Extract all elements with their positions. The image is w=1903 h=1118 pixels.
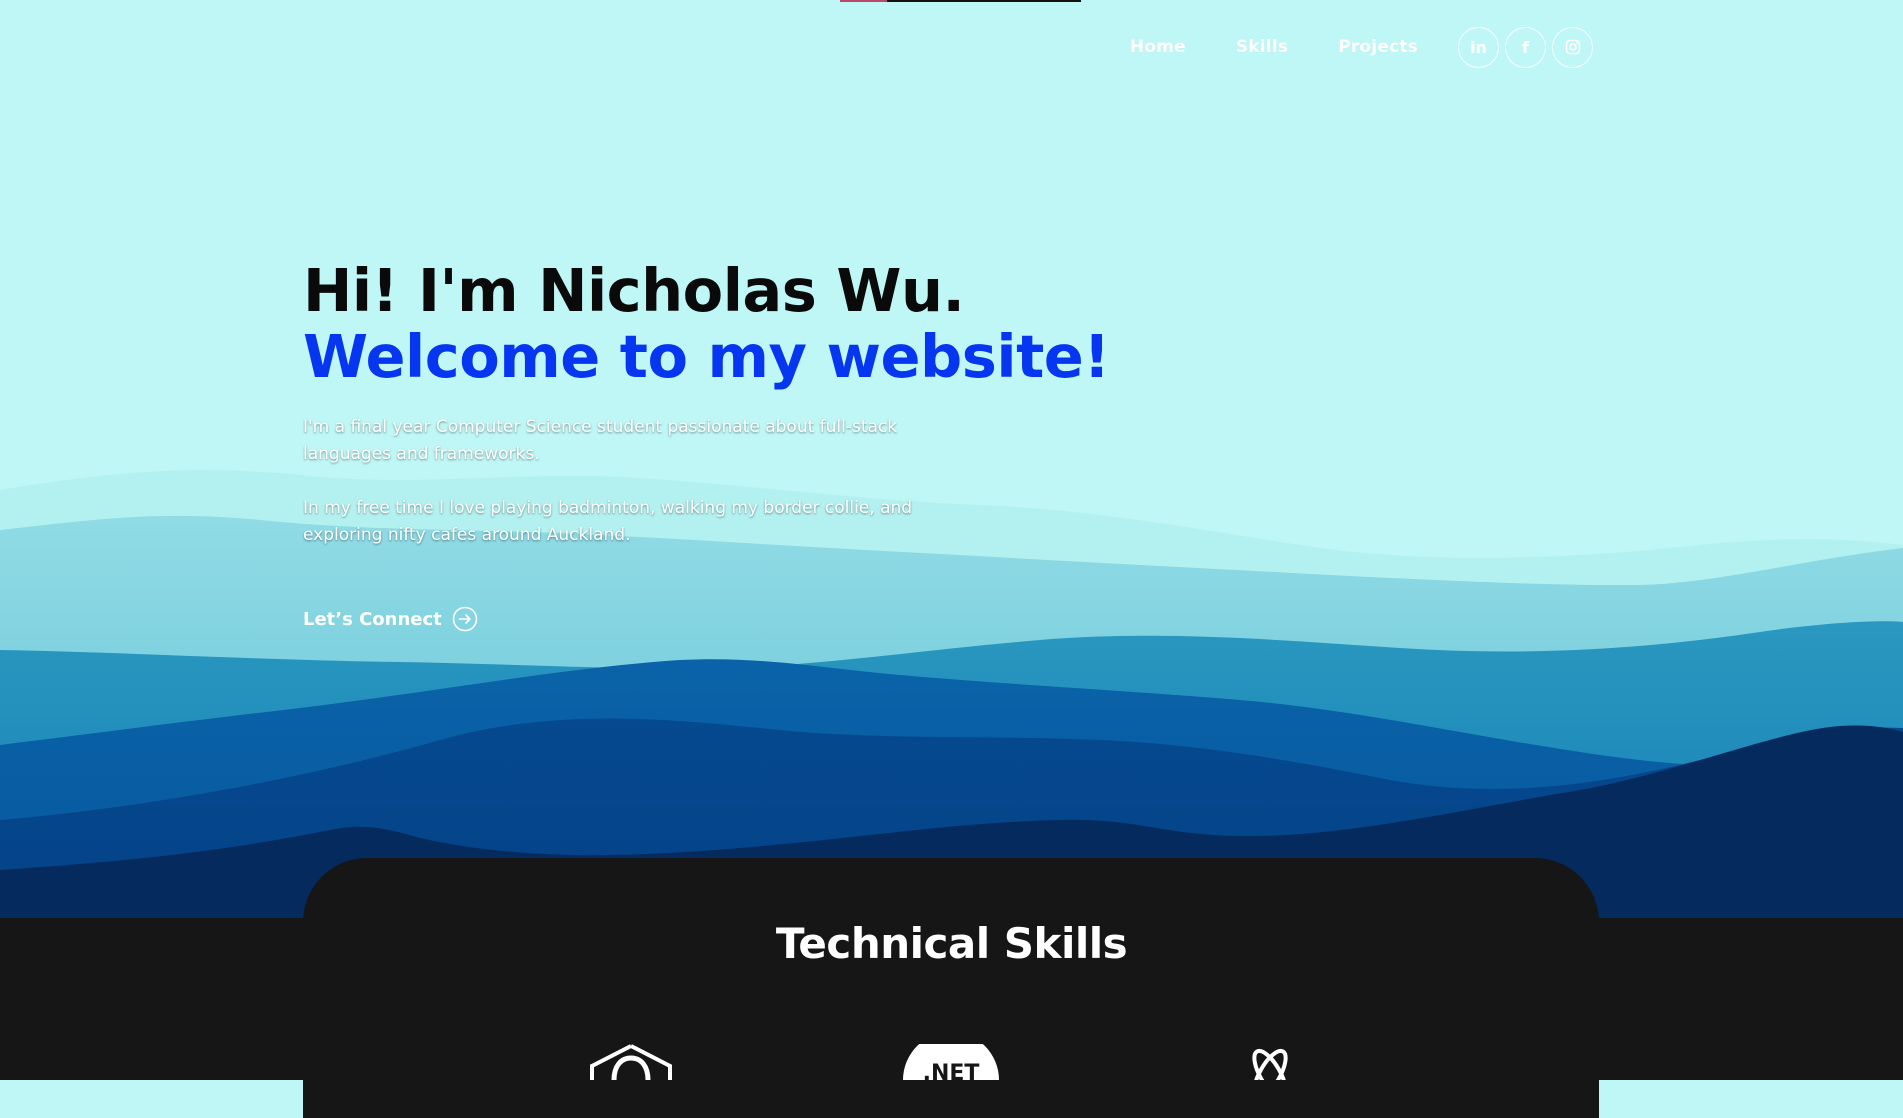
hero-hobbies-paragraph: In my free time I love playing badminton… xyxy=(303,498,913,545)
nav-link-home[interactable]: Home xyxy=(1130,26,1186,68)
hero-welcome: Welcome to my website! xyxy=(303,324,1110,390)
facebook-button[interactable]: f xyxy=(1505,26,1546,68)
hero-section: Hi! I'm Nicholas Wu. Welcome to my websi… xyxy=(303,256,1110,549)
nav-link-skills[interactable]: Skills xyxy=(1236,26,1288,68)
arrow-right-circle-icon xyxy=(452,606,478,632)
csharp-icon xyxy=(590,1044,672,1080)
hero-greeting: Hi! I'm Nicholas Wu. xyxy=(303,256,965,325)
linkedin-button[interactable]: in xyxy=(1458,26,1499,68)
scroll-progress-fill xyxy=(840,0,887,2)
hero-intro-paragraph: I'm a final year Computer Science studen… xyxy=(303,417,898,464)
linkedin-icon: in xyxy=(1470,37,1487,57)
hero-welcome-text: Welcome to my website! xyxy=(303,322,1110,391)
main-nav: Home Skills Projects in f xyxy=(1130,26,1593,68)
dotnet-icon: .NET xyxy=(903,1044,999,1080)
social-links: in f xyxy=(1458,26,1593,68)
instagram-button[interactable] xyxy=(1552,26,1593,68)
svg-text:.NET: .NET xyxy=(923,1061,980,1080)
nav-link-projects[interactable]: Projects xyxy=(1338,26,1418,68)
lets-connect-button[interactable]: Let’s Connect xyxy=(303,606,478,632)
instagram-icon xyxy=(1565,39,1580,55)
react-icon xyxy=(1252,1048,1288,1080)
lets-connect-label: Let’s Connect xyxy=(303,608,442,630)
facebook-icon: f xyxy=(1522,37,1529,57)
skills-title: Technical Skills xyxy=(775,919,1128,968)
